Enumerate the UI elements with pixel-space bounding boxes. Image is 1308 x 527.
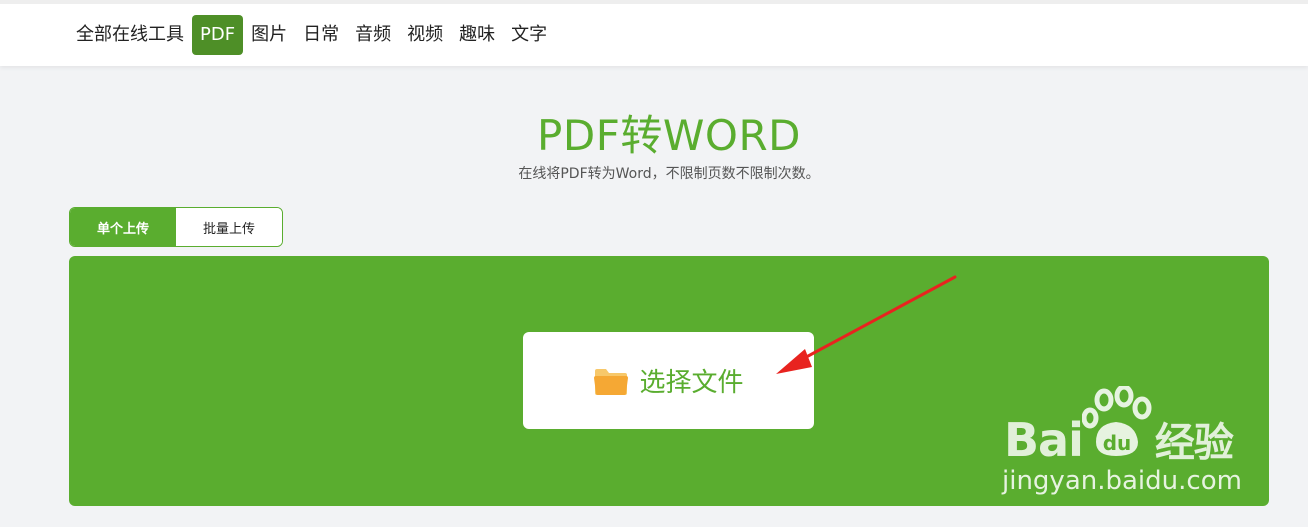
- choose-file-label: 选择文件: [639, 368, 744, 398]
- nav-item-image[interactable]: 图片: [243, 15, 295, 55]
- nav-item-text[interactable]: 文字: [503, 15, 555, 55]
- nav-item-all-tools[interactable]: 全部在线工具: [68, 15, 192, 55]
- upload-mode-tabs: 单个上传 批量上传: [69, 207, 283, 247]
- upload-drop-area[interactable]: 选择文件: [69, 256, 1269, 506]
- nav-item-video[interactable]: 视频: [399, 15, 451, 55]
- nav-item-daily[interactable]: 日常: [295, 15, 347, 55]
- page-title: PDF转WORD: [537, 111, 801, 160]
- folder-icon: [594, 368, 629, 395]
- tab-single-upload[interactable]: 单个上传: [70, 208, 176, 246]
- tab-batch-upload[interactable]: 批量上传: [176, 208, 282, 246]
- nav-item-audio[interactable]: 音频: [347, 15, 399, 55]
- choose-file-button[interactable]: 选择文件: [523, 332, 814, 429]
- nav-item-fun[interactable]: 趣味: [451, 15, 503, 55]
- page-subtitle: 在线将PDF转为Word，不限制页数不限制次数。: [518, 166, 820, 182]
- category-nav: 全部在线工具 PDF 图片 日常 音频 视频 趣味 文字: [68, 15, 555, 55]
- top-navigation-bar: 全部在线工具 PDF 图片 日常 音频 视频 趣味 文字: [0, 0, 1308, 66]
- nav-item-pdf[interactable]: PDF: [192, 15, 244, 55]
